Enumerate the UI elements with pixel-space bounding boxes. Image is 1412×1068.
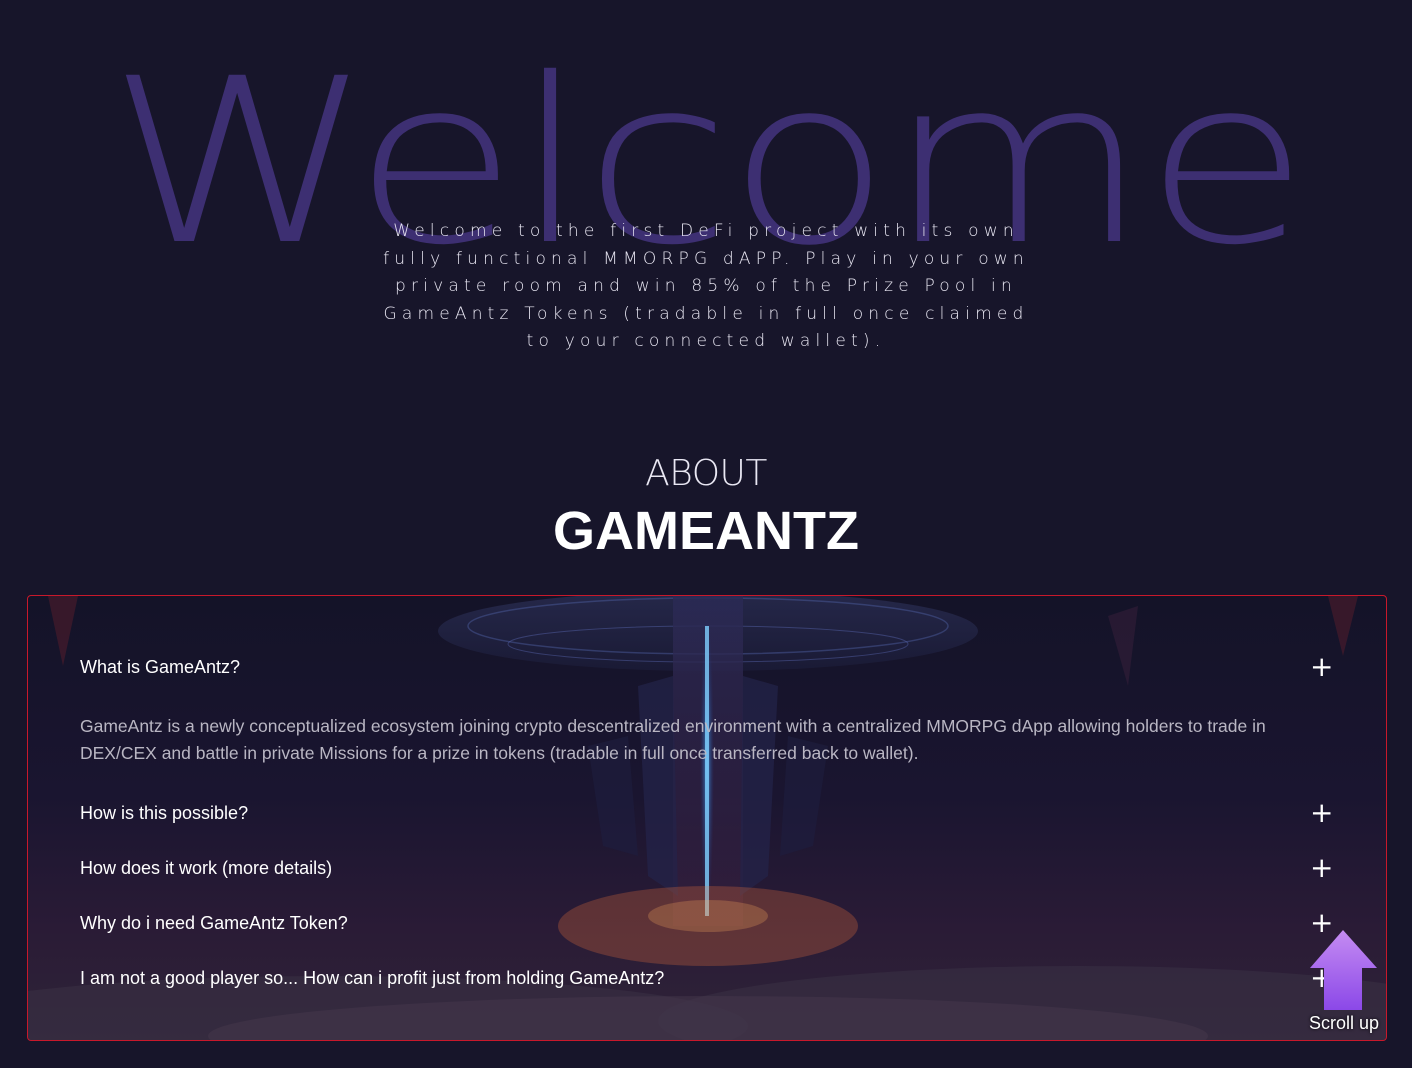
faq-question[interactable]: I am not a good player so... How can i p… <box>80 967 1332 989</box>
faq-item-profit-from-holding[interactable]: I am not a good player so... How can i p… <box>80 964 1333 992</box>
about-title: GAMEANTZ <box>553 501 859 561</box>
faq-item-how-does-it-work[interactable]: How does it work (more details) + <box>80 854 1333 882</box>
scroll-up-button[interactable]: Scroll up <box>1300 928 1390 1038</box>
faq-item-how-is-this-possible[interactable]: How is this possible? + <box>80 799 1333 827</box>
scroll-up-label: Scroll up <box>1308 1013 1380 1033</box>
plus-icon[interactable]: + <box>1310 799 1333 827</box>
about-kicker: ABOUT <box>645 453 767 494</box>
faq-question[interactable]: How does it work (more details) <box>80 857 1332 879</box>
plus-icon[interactable]: + <box>1310 854 1333 882</box>
faq-question[interactable]: What is GameAntz? <box>80 656 1332 678</box>
plus-icon[interactable]: + <box>1310 653 1333 681</box>
faq-panel: What is GameAntz? + GameAntz is a newly … <box>27 595 1387 1041</box>
faq-item-why-need-token[interactable]: Why do i need GameAntz Token? + <box>80 909 1333 937</box>
page: Welcome Welcome to the first DeFi projec… <box>0 0 1412 1068</box>
faq-question[interactable]: Why do i need GameAntz Token? <box>80 912 1332 934</box>
faq-question[interactable]: How is this possible? <box>80 802 1332 824</box>
faq-answer: GameAntz is a newly conceptualized ecosy… <box>80 716 1266 763</box>
up-arrow-icon <box>1310 930 1377 1010</box>
welcome-intro-text: Welcome to the first DeFi project with i… <box>383 221 1029 351</box>
faq-item-what-is-gameantz[interactable]: What is GameAntz? + <box>80 653 1333 681</box>
